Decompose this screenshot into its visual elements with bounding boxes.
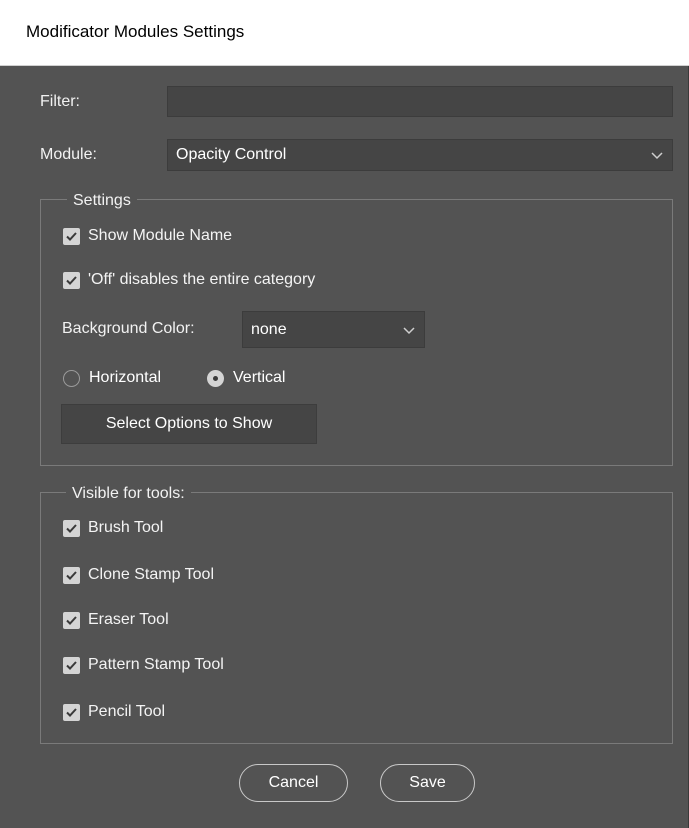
checkbox-checked-icon bbox=[63, 611, 80, 629]
tool-checkbox-pencil[interactable]: Pencil Tool bbox=[63, 701, 165, 723]
show-module-name-checkbox[interactable]: Show Module Name bbox=[63, 225, 232, 247]
radio-selected-icon bbox=[207, 369, 224, 387]
tool-checkbox-eraser[interactable]: Eraser Tool bbox=[63, 609, 169, 631]
background-color-value: none bbox=[251, 320, 287, 338]
settings-legend: Settings bbox=[67, 192, 137, 210]
save-button[interactable]: Save bbox=[380, 764, 475, 802]
checkbox-checked-icon bbox=[63, 227, 80, 245]
tool-checkbox-pattern-stamp[interactable]: Pattern Stamp Tool bbox=[63, 654, 224, 676]
off-disables-label: 'Off' disables the entire category bbox=[88, 271, 316, 288]
vertical-radio[interactable]: Vertical bbox=[207, 367, 285, 389]
tool-label: Clone Stamp Tool bbox=[88, 566, 214, 583]
checkbox-checked-icon bbox=[63, 271, 80, 289]
tool-label: Eraser Tool bbox=[88, 611, 169, 628]
tool-checkbox-brush[interactable]: Brush Tool bbox=[63, 517, 163, 539]
module-select-value: Opacity Control bbox=[176, 146, 287, 163]
vertical-label: Vertical bbox=[233, 369, 286, 386]
chevron-down-icon bbox=[651, 152, 663, 160]
checkbox-checked-icon bbox=[63, 519, 80, 537]
show-module-name-label: Show Module Name bbox=[88, 227, 233, 244]
checkbox-checked-icon bbox=[63, 656, 80, 674]
tool-label: Brush Tool bbox=[88, 519, 164, 536]
window-title: Modificator Modules Settings bbox=[26, 22, 245, 41]
chevron-down-icon bbox=[403, 326, 415, 334]
cancel-button[interactable]: Cancel bbox=[239, 764, 348, 802]
tool-label: Pattern Stamp Tool bbox=[88, 656, 224, 673]
radio-unselected-icon bbox=[63, 369, 80, 387]
tools-legend: Visible for tools: bbox=[66, 485, 191, 503]
module-select[interactable]: Opacity Control bbox=[167, 139, 673, 171]
tool-label: Pencil Tool bbox=[88, 703, 166, 720]
horizontal-radio[interactable]: Horizontal bbox=[63, 367, 161, 389]
title-bar: Modificator Modules Settings bbox=[0, 0, 689, 66]
tool-checkbox-clone-stamp[interactable]: Clone Stamp Tool bbox=[63, 564, 214, 586]
off-disables-checkbox[interactable]: 'Off' disables the entire category bbox=[63, 269, 315, 291]
module-label: Module: bbox=[40, 146, 97, 163]
background-color-select[interactable]: none bbox=[242, 311, 425, 348]
filter-label: Filter: bbox=[40, 93, 80, 110]
background-color-label: Background Color: bbox=[62, 320, 195, 337]
filter-input[interactable] bbox=[167, 86, 673, 117]
horizontal-label: Horizontal bbox=[89, 369, 162, 386]
select-options-button[interactable]: Select Options to Show bbox=[61, 404, 317, 444]
checkbox-checked-icon bbox=[63, 703, 80, 721]
checkbox-checked-icon bbox=[63, 566, 80, 584]
